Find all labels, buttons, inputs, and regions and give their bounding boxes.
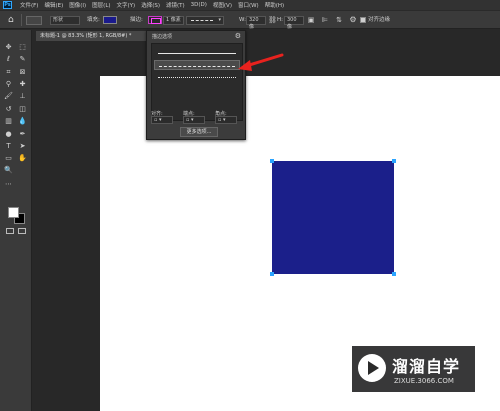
- brush-tool-icon[interactable]: 🖌: [4, 92, 13, 101]
- eyedropper-tool-icon[interactable]: ⚲: [4, 80, 13, 89]
- menu-image[interactable]: 图像(I): [69, 1, 86, 9]
- watermark: 溜溜自学 ZIXUE.3066.COM: [352, 346, 475, 392]
- eraser-tool-icon[interactable]: ◫: [18, 105, 27, 114]
- screen-mode-icon[interactable]: [18, 228, 26, 234]
- width-label: W:: [239, 17, 246, 23]
- menu-layer[interactable]: 图层(L): [92, 1, 110, 9]
- gradient-tool-icon[interactable]: ▥: [4, 117, 13, 126]
- transform-handle[interactable]: [392, 159, 396, 163]
- corners-select[interactable]: ▫ ▾: [215, 116, 237, 124]
- menu-3d[interactable]: 3D(D): [191, 2, 207, 8]
- stroke-options-popup: 描边选项 ⚙ 对齐: 端点: 角点: ▫ ▾ ▫ ▾ ▫ ▾ 更多选项...: [146, 30, 246, 140]
- history-brush-tool-icon[interactable]: ↺: [4, 105, 13, 114]
- height-field[interactable]: 300 像: [284, 16, 304, 30]
- move-tool-icon[interactable]: ✥: [4, 43, 13, 52]
- path-selection-tool-icon[interactable]: ➤: [18, 142, 27, 151]
- stroke-label: 描边:: [130, 17, 143, 23]
- menu-help[interactable]: 帮助(H): [265, 1, 284, 9]
- play-logo-icon: [358, 354, 386, 382]
- transform-handle[interactable]: [392, 272, 396, 276]
- dashed-line-preview: [159, 66, 235, 67]
- quick-select-tool-icon[interactable]: ✎: [18, 55, 27, 64]
- path-arrangement-icon[interactable]: ⇅: [335, 16, 343, 24]
- dashed-line-preview: [191, 20, 213, 21]
- tool-preset-picker[interactable]: [26, 16, 42, 25]
- document-tab-bar: 未标题-1 @ 83.3% (矩形 1, RGB/8#) * ×: [32, 30, 500, 41]
- divider: [21, 14, 22, 26]
- menu-file[interactable]: 文件(F): [20, 1, 38, 9]
- clone-stamp-tool-icon[interactable]: ⊥: [18, 92, 27, 101]
- document-tab[interactable]: 未标题-1 @ 83.3% (矩形 1, RGB/8#) * ×: [36, 31, 164, 41]
- height-label: H:: [277, 17, 283, 23]
- menu-view[interactable]: 视图(V): [213, 1, 232, 9]
- align-select[interactable]: ▫ ▾: [151, 116, 173, 124]
- rectangle-tool-icon[interactable]: ▭: [4, 154, 13, 163]
- transform-handle[interactable]: [270, 159, 274, 163]
- menu-type[interactable]: 文字(Y): [117, 1, 136, 9]
- dodge-tool-icon[interactable]: ●: [4, 130, 13, 139]
- quick-mask-icon[interactable]: [6, 228, 14, 234]
- mode-select[interactable]: 形状: [50, 16, 80, 25]
- dotted-line-preview: [158, 77, 236, 78]
- watermark-url: ZIXUE.3066.COM: [394, 377, 454, 385]
- stroke-swatch[interactable]: [148, 16, 162, 24]
- type-tool-icon[interactable]: T: [4, 142, 13, 151]
- stroke-style-dashed[interactable]: [154, 60, 240, 70]
- align-edges-checkbox[interactable]: [360, 17, 366, 23]
- menu-bar: Ps 文件(F) 编辑(E) 图像(I) 图层(L) 文字(Y) 选择(S) 滤…: [0, 0, 500, 10]
- gear-icon[interactable]: ⚙: [235, 32, 241, 40]
- chevron-down-icon: ▾: [218, 17, 221, 23]
- tools-panel: ✥ ⬚ ℓ ✎ ⌗ ⊠ ⚲ ✚ 🖌 ⊥ ↺ ◫ ▥ 💧 ● ✒ T ➤ ▭ ✋ …: [0, 30, 32, 411]
- zoom-tool-icon[interactable]: 🔍: [4, 166, 13, 175]
- fill-swatch[interactable]: [103, 16, 117, 24]
- crop-tool-icon[interactable]: ⌗: [4, 68, 13, 77]
- marquee-tool-icon[interactable]: ⬚: [18, 43, 27, 52]
- menu-select[interactable]: 选择(S): [141, 1, 160, 9]
- link-icon[interactable]: ⛓: [268, 16, 277, 24]
- options-bar: ⌂ 形状 填充: 描边: 1 像素 ▾ W: 320 像 ⛓ H: 300 像 …: [0, 10, 500, 30]
- menu-window[interactable]: 窗口(W): [238, 1, 259, 9]
- stroke-style-solid[interactable]: [154, 48, 240, 58]
- path-alignment-icon[interactable]: ⊫: [321, 16, 329, 24]
- width-field[interactable]: 320 像: [246, 16, 266, 30]
- stroke-style-list: [151, 43, 243, 121]
- menu-filter[interactable]: 滤镜(T): [166, 1, 185, 9]
- align-edges-label: 对齐边缘: [368, 17, 391, 23]
- fill-label: 填充:: [87, 17, 100, 23]
- gear-icon[interactable]: ⚙: [349, 16, 357, 24]
- path-operations-icon[interactable]: ▣: [307, 16, 315, 24]
- foreground-color-swatch[interactable]: [8, 207, 19, 218]
- transform-handle[interactable]: [270, 272, 274, 276]
- more-tools-icon[interactable]: ⋯: [4, 180, 13, 189]
- lasso-tool-icon[interactable]: ℓ: [4, 55, 13, 64]
- stroke-type-select[interactable]: ▾: [186, 16, 224, 25]
- photoshop-logo-icon[interactable]: Ps: [3, 1, 12, 9]
- healing-brush-tool-icon[interactable]: ✚: [18, 80, 27, 89]
- hand-tool-icon[interactable]: ✋: [18, 154, 27, 163]
- pen-tool-icon[interactable]: ✒: [18, 130, 27, 139]
- frame-tool-icon[interactable]: ⊠: [18, 68, 27, 77]
- watermark-name: 溜溜自学: [392, 357, 461, 376]
- menu-edit[interactable]: 编辑(E): [44, 1, 63, 9]
- stroke-width-field[interactable]: 1 像素: [163, 16, 184, 25]
- document-tab-title: 未标题-1 @ 83.3% (矩形 1, RGB/8#) *: [40, 33, 132, 39]
- stroke-options-title: 描边选项: [152, 34, 173, 40]
- rectangle-shape[interactable]: [272, 161, 394, 274]
- more-options-button[interactable]: 更多选项...: [180, 127, 218, 137]
- home-icon[interactable]: ⌂: [8, 15, 14, 25]
- blur-tool-icon[interactable]: 💧: [18, 117, 27, 126]
- solid-line-preview: [158, 53, 236, 54]
- stroke-style-dotted[interactable]: [154, 72, 240, 82]
- caps-select[interactable]: ▫ ▾: [183, 116, 205, 124]
